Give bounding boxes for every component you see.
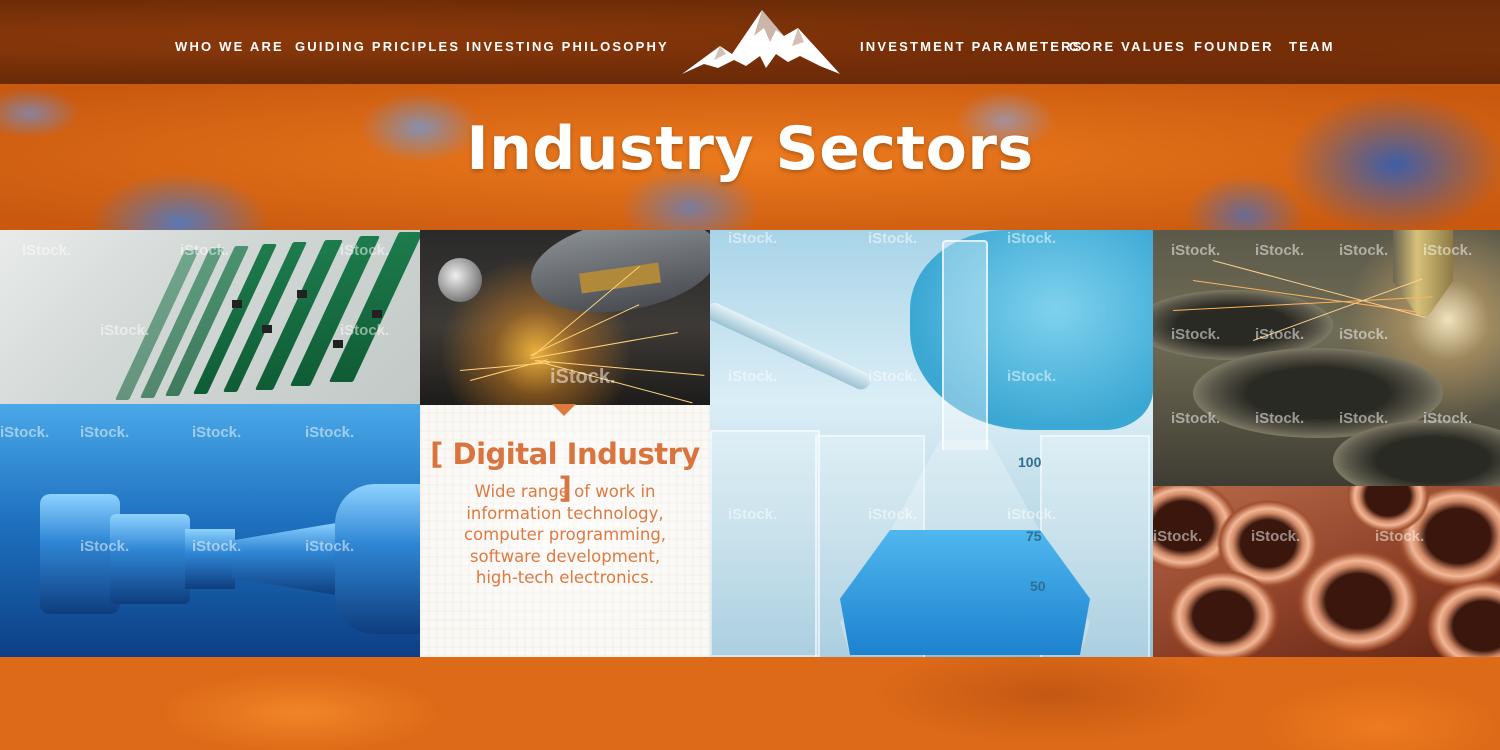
nav-founder[interactable]: FOUNDER: [1194, 39, 1274, 55]
watermark: iStock.: [1171, 410, 1221, 427]
watermark: iStock.: [868, 506, 918, 523]
watermark: iStock.: [1423, 410, 1473, 427]
watermark: iStock.: [1007, 368, 1057, 385]
watermark: iStock.: [550, 366, 616, 388]
watermark: iStock.: [70, 84, 146, 88]
tile-laser-cutting-image[interactable]: iStock. iStock. iStock. iStock. iStock. …: [1153, 230, 1500, 486]
pointer-triangle-icon: [552, 404, 576, 416]
watermark: iStock.: [1339, 326, 1389, 343]
watermark: iStock.: [1007, 230, 1057, 247]
watermark: iStock.: [305, 538, 355, 555]
watermark: iStock.: [728, 230, 778, 247]
watermark: iStock.: [1153, 528, 1203, 545]
watermark: iStock.: [340, 242, 390, 259]
watermark: iStock.: [1339, 242, 1389, 259]
watermark: iStock.: [1007, 506, 1057, 523]
panel-description-line: information technology,: [466, 503, 664, 523]
watermark: iStock.: [934, 84, 1010, 88]
watermark: iStock.: [1222, 84, 1298, 88]
flask-mark: 75: [1026, 528, 1042, 544]
watermark: iStock.: [728, 368, 778, 385]
nav-investment-parameters[interactable]: INVESTMENT PARAMETERS: [860, 39, 1084, 55]
watermark: iStock.: [340, 322, 390, 339]
watermark: iStock.: [0, 424, 50, 441]
hero-banner: iStock. iStock. iStock. iStock. iStock. …: [0, 84, 1500, 230]
nav-guiding-principles[interactable]: GUIDING PRICIPLES: [295, 39, 460, 55]
watermark: iStock.: [192, 424, 242, 441]
watermark: iStock.: [305, 424, 355, 441]
flask-mark: 100: [1018, 454, 1042, 470]
watermark: iStock.: [868, 368, 918, 385]
digital-industry-panel[interactable]: [ Digital Industry ] Wide range of work …: [420, 405, 710, 657]
watermark: iStock.: [192, 538, 242, 555]
page-title: Industry Sectors: [466, 114, 1034, 184]
panel-description-line: computer programming,: [463, 525, 667, 544]
tile-cnc-lathe-image[interactable]: iStock. iStock. iStock. iStock. iStock. …: [0, 404, 420, 657]
nav-team[interactable]: TEAM: [1289, 39, 1335, 55]
watermark: iStock.: [1255, 326, 1305, 343]
panel-description-line: high-tech electronics.: [475, 568, 655, 587]
watermark: iStock.: [1251, 528, 1301, 545]
watermark: iStock.: [1171, 242, 1221, 259]
panel-description-line: Wide range of work in: [474, 482, 656, 501]
watermark: iStock.: [1255, 242, 1305, 259]
watermark: iStock.: [1339, 410, 1389, 427]
watermark: iStock.: [1375, 528, 1425, 545]
watermark: iStock.: [100, 322, 150, 339]
watermark: iStock.: [22, 242, 72, 259]
top-navigation: WHO WE ARE GUIDING PRICIPLES INVESTING P…: [0, 0, 1500, 84]
tile-metal-grinder-image[interactable]: iStock.: [420, 230, 710, 405]
watermark: iStock.: [644, 84, 720, 88]
flask-mark: 50: [1030, 578, 1046, 594]
tile-copper-pipes-image[interactable]: iStock. iStock. iStock.: [1153, 486, 1500, 657]
panel-description: Wide range of work in information techno…: [450, 481, 680, 589]
tile-laboratory-flask-image[interactable]: 100 75 50 iStock. iStock. iStock. iStock…: [710, 230, 1153, 657]
watermark: iStock.: [728, 506, 778, 523]
watermark: iStock.: [1171, 326, 1221, 343]
nav-investing-philosophy[interactable]: INVESTING PHILOSOPHY: [466, 39, 669, 55]
nav-core-values[interactable]: CORE VALUES: [1069, 39, 1186, 55]
watermark: iStock.: [358, 84, 434, 88]
bottom-texture-band: [0, 657, 1500, 750]
panel-description-line: software development,: [469, 546, 661, 566]
mountain-logo-icon[interactable]: [680, 6, 842, 78]
watermark: iStock.: [80, 424, 130, 441]
nav-who-we-are[interactable]: WHO WE ARE: [175, 39, 284, 55]
watermark: iStock.: [180, 242, 230, 259]
watermark: iStock.: [80, 538, 130, 555]
watermark: iStock.: [868, 230, 918, 247]
watermark: iStock.: [1423, 242, 1473, 259]
watermark: iStock.: [1255, 410, 1305, 427]
tile-circuit-boards-image[interactable]: iStock. iStock. iStock. iStock. iStock.: [0, 230, 420, 404]
